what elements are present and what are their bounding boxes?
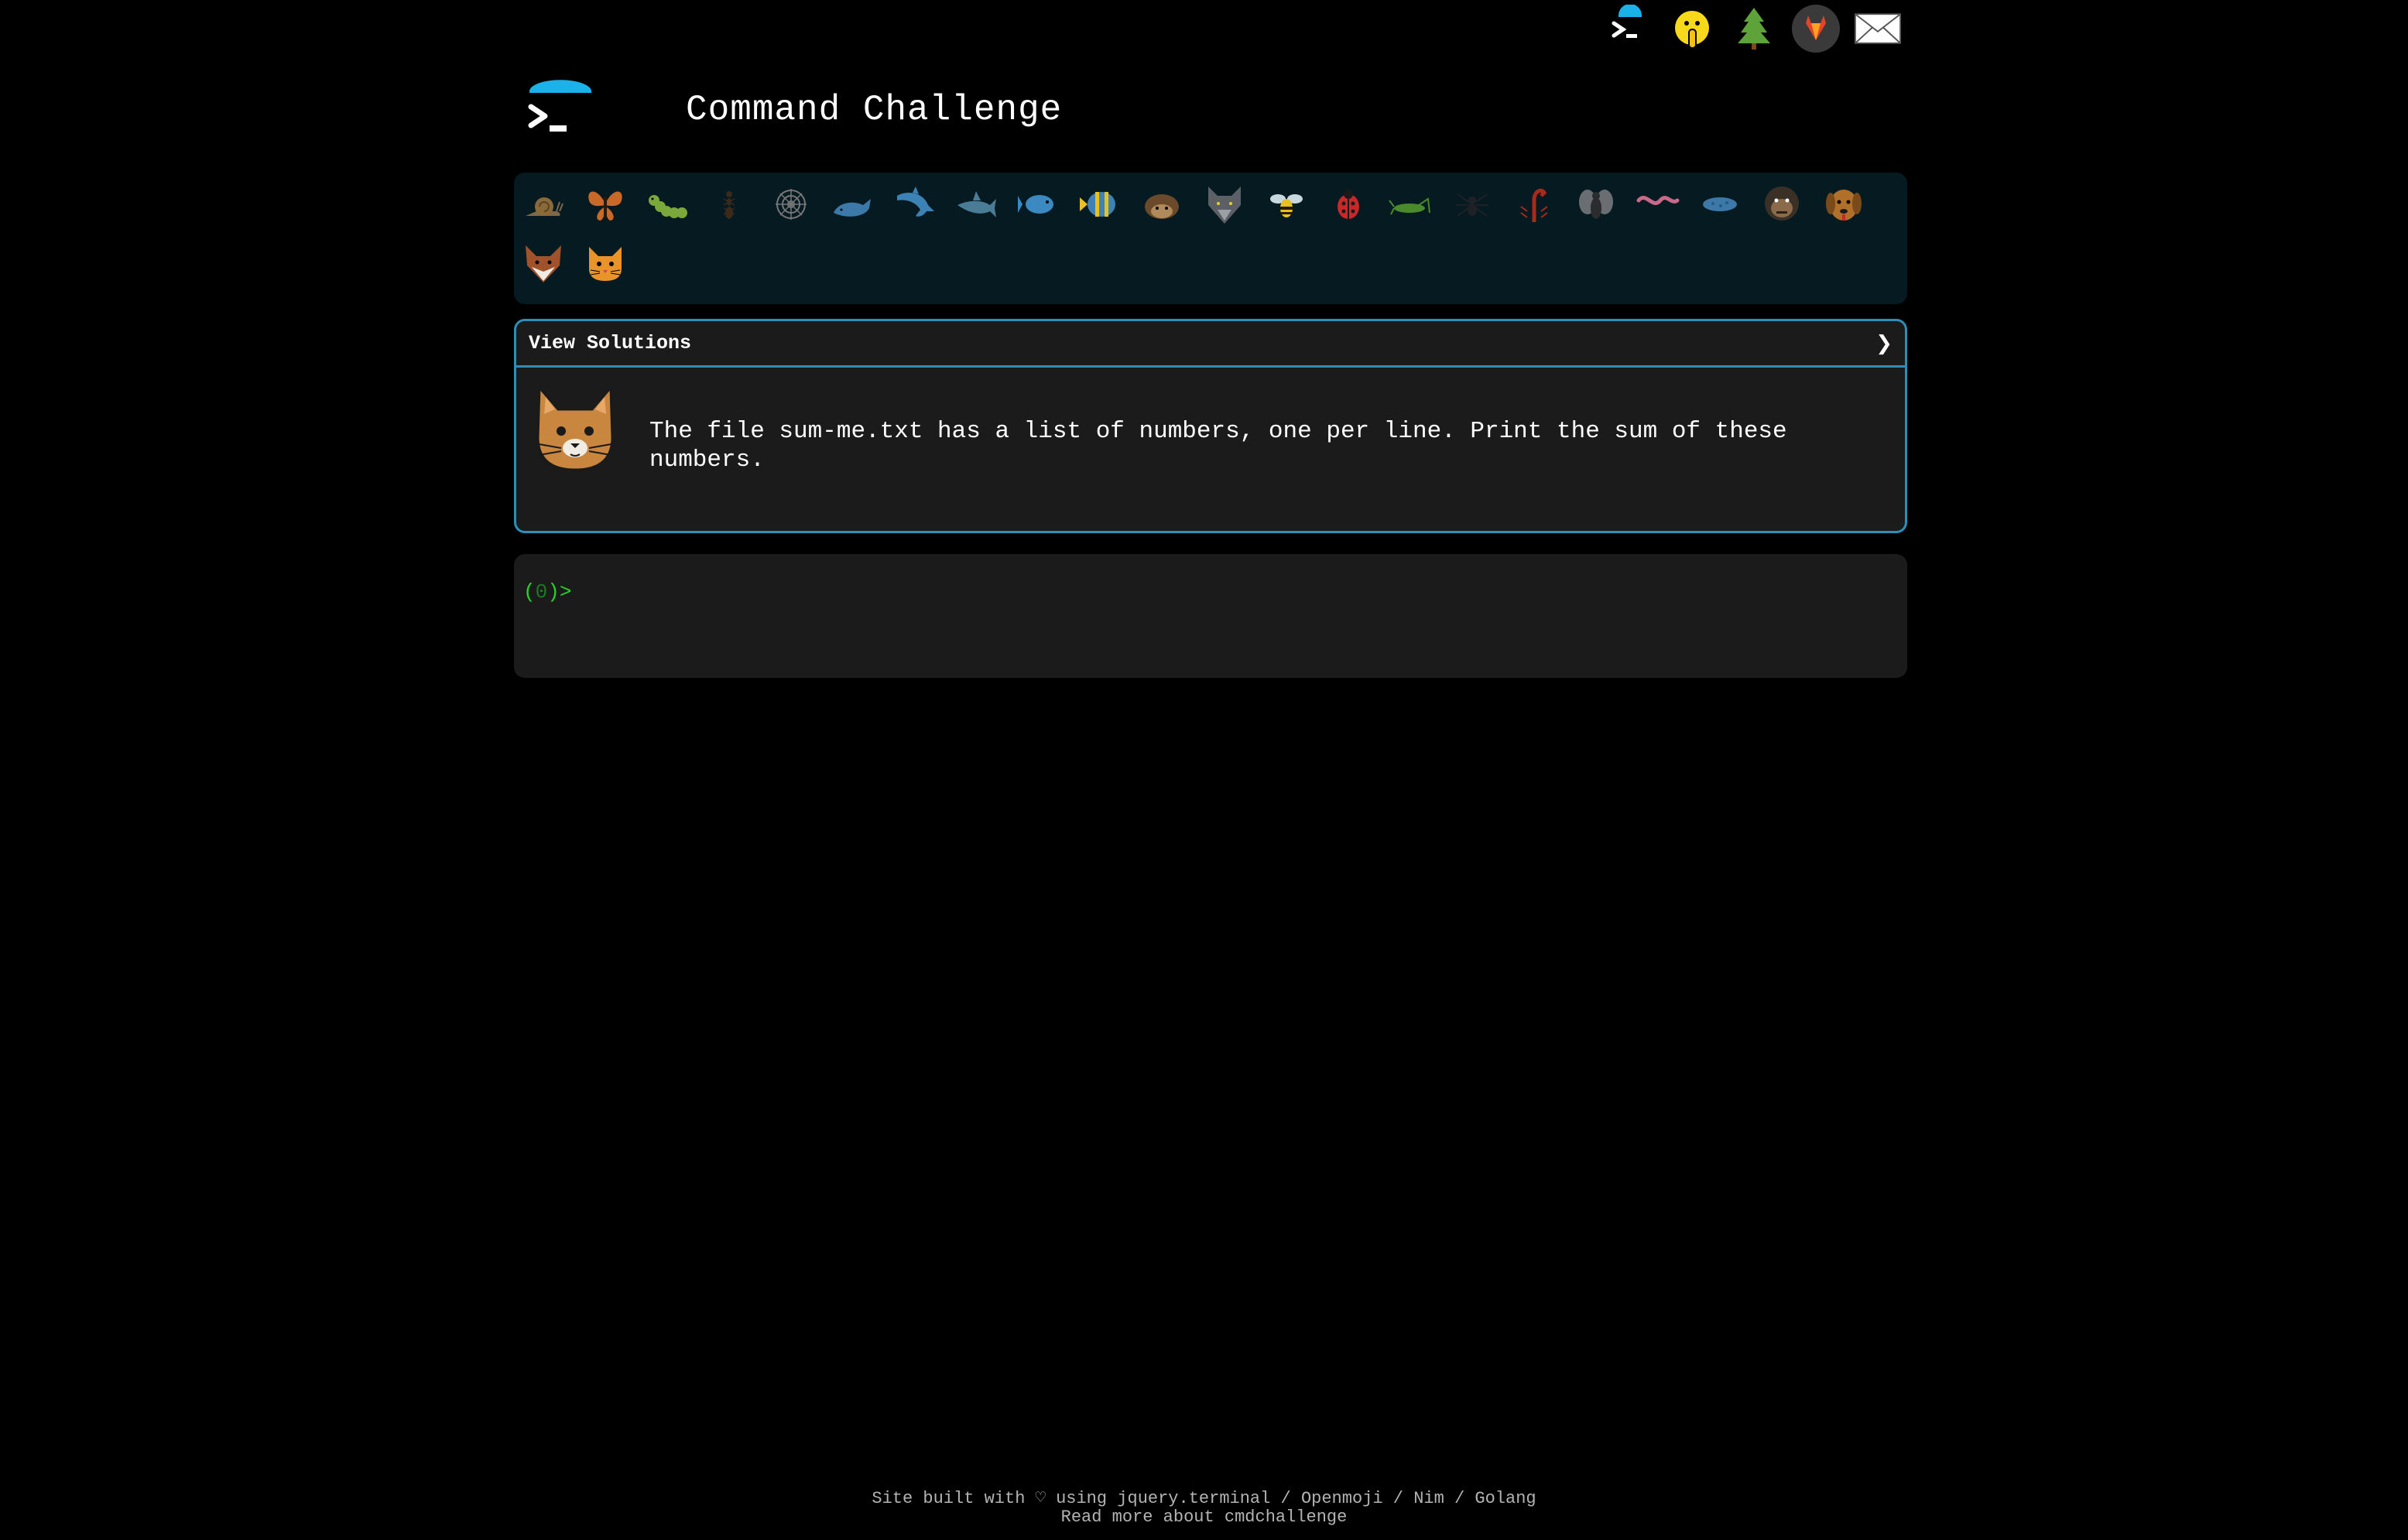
tree-icon[interactable]	[1730, 5, 1778, 53]
about-cmdchallenge-link[interactable]: cmdchallenge	[1225, 1507, 1347, 1527]
bee-icon[interactable]	[1262, 177, 1311, 231]
challenge-animal-strip	[514, 173, 1907, 304]
prompt-close: )>	[547, 580, 572, 604]
challenge-card: View Solutions ❯ The file sum-me.txt has…	[514, 319, 1907, 533]
footer-separator: /	[1392, 1489, 1403, 1508]
fly-icon[interactable]	[1571, 177, 1621, 231]
footer-separator: /	[1280, 1489, 1291, 1508]
terminal[interactable]: (0)>	[514, 554, 1907, 678]
chevron-right-icon: ❯	[1875, 331, 1892, 355]
fish-icon[interactable]	[1014, 177, 1064, 231]
caterpillar-icon[interactable]	[642, 177, 692, 231]
fox-icon[interactable]	[519, 236, 568, 290]
challenge-description: The file sum-me.txt has a list of number…	[649, 418, 1787, 474]
golang-link[interactable]: Golang	[1475, 1489, 1536, 1508]
wolf-icon[interactable]	[1200, 177, 1249, 231]
gitlab-icon[interactable]	[1792, 5, 1840, 53]
snail-icon[interactable]	[519, 177, 568, 231]
footer-line-1: Site built with ♡ using jquery.terminal …	[0, 1490, 2408, 1508]
footer: Site built with ♡ using jquery.terminal …	[0, 1490, 2408, 1527]
page-header: Command Challenge	[526, 77, 1062, 142]
footer-separator: /	[1454, 1489, 1465, 1508]
dog-icon[interactable]	[1819, 177, 1869, 231]
page: Command Challenge View Solutions ❯ The f…	[0, 0, 2408, 1540]
terminal-prompt: (0)>	[523, 580, 571, 604]
terminal-logo-icon[interactable]	[526, 77, 591, 142]
spider-icon[interactable]	[1447, 177, 1497, 231]
worm-icon[interactable]	[1633, 177, 1683, 231]
ladybug-icon[interactable]	[1324, 177, 1373, 231]
footer-line-2: Read more about cmdchallenge	[0, 1508, 2408, 1527]
view-solutions-label: View Solutions	[529, 332, 692, 354]
scorpion-icon[interactable]	[1509, 177, 1559, 231]
microbe-icon[interactable]	[1695, 177, 1745, 231]
tropical-fish-icon[interactable]	[1076, 177, 1125, 231]
cat-face-icon	[532, 383, 618, 476]
footer-read-more: Read more about	[1060, 1507, 1214, 1527]
ant-icon[interactable]	[704, 177, 754, 231]
openmoji-link[interactable]: Openmoji	[1301, 1489, 1383, 1508]
whale-icon[interactable]	[828, 177, 878, 231]
top-icon-bar	[1606, 5, 1902, 53]
footer-built-with: Site built with	[872, 1489, 1026, 1508]
page-title: Command Challenge	[686, 90, 1063, 130]
prompt-open: (	[523, 580, 536, 604]
hedgehog-icon[interactable]	[1138, 177, 1187, 231]
prompt-count: 0	[535, 580, 548, 604]
cat-icon[interactable]	[581, 236, 630, 290]
mail-icon[interactable]	[1854, 5, 1902, 53]
cricket-icon[interactable]	[1386, 177, 1435, 231]
shark-icon[interactable]	[952, 177, 1002, 231]
view-solutions-toggle[interactable]: View Solutions ❯	[516, 321, 1905, 368]
dolphin-icon[interactable]	[890, 177, 940, 231]
jquery-terminal-link[interactable]: jquery.terminal	[1117, 1489, 1270, 1508]
terminal-logo-icon[interactable]	[1606, 5, 1654, 53]
shush-face-icon[interactable]	[1668, 5, 1716, 53]
footer-using: using	[1056, 1489, 1108, 1508]
spider-web-icon[interactable]	[766, 177, 816, 231]
butterfly-icon[interactable]	[581, 177, 630, 231]
nim-link[interactable]: Nim	[1413, 1489, 1444, 1508]
gorilla-icon[interactable]	[1757, 177, 1807, 231]
heart-icon: ♡	[1035, 1489, 1046, 1508]
challenge-body: The file sum-me.txt has a list of number…	[516, 368, 1905, 491]
